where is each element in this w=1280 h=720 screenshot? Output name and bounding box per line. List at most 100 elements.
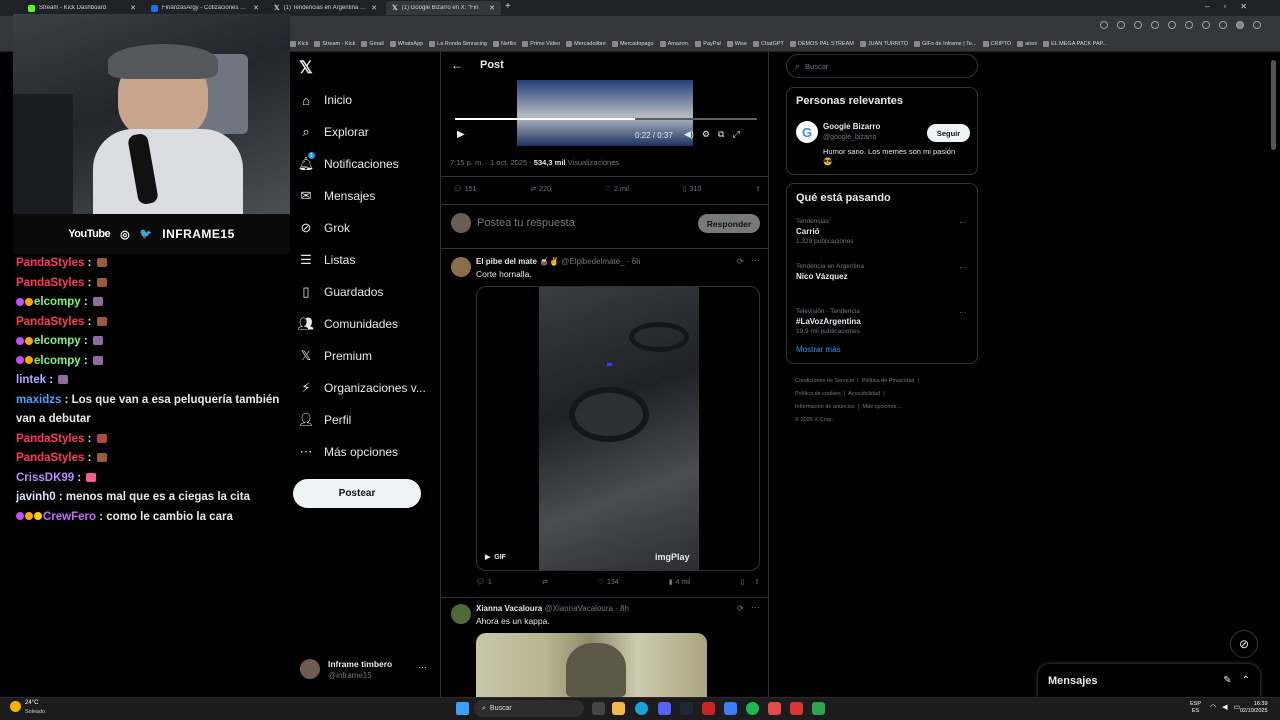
nav-item-notifications[interactable]: 🔔︎ 1 Notificaciones [298, 152, 399, 176]
chat-username[interactable]: elcompy [34, 335, 81, 347]
browser-tab-active[interactable]: 𝕏 (1) Google Bizarro en X: "Fin ✕ [386, 1, 501, 15]
clock[interactable]: 16:39 02/10/2025 [1240, 701, 1268, 715]
bookmark-item[interactable]: aires [1017, 40, 1037, 47]
more-options-icon[interactable]: ··· [751, 602, 760, 612]
repost-action[interactable]: ⇄ 220 [530, 185, 551, 194]
nav-item-lists[interactable]: ☰ Listas [299, 248, 355, 272]
favorites-icon[interactable] [1219, 21, 1227, 29]
settings-gear-icon[interactable]: ⚙ [702, 129, 710, 140]
grok-icon[interactable]: ⟳ [737, 604, 744, 613]
video-progress-track[interactable] [455, 118, 757, 120]
page-scrollbar[interactable] [1271, 60, 1276, 150]
bookmark-item[interactable]: CRIPTO [982, 40, 1011, 47]
discord-icon[interactable] [658, 702, 671, 715]
language-indicator[interactable]: ESP ES [1190, 701, 1201, 715]
footer-link[interactable]: Política de Privacidad [862, 378, 915, 384]
views-action[interactable]: ▮ 4 mil [669, 578, 691, 587]
new-message-icon[interactable]: ✎ [1223, 675, 1231, 686]
nav-item-premium[interactable]: 𝕏 Premium [299, 344, 372, 368]
taskbar-search[interactable]: ⌕ Buscar [474, 700, 584, 717]
refresh-icon[interactable] [1168, 21, 1176, 29]
close-window-icon[interactable]: ✕ [1240, 2, 1247, 11]
extensions-icon[interactable] [1185, 21, 1193, 29]
like-action[interactable]: ♡ 134 [598, 578, 619, 587]
share-icon[interactable]: ⇪ [755, 185, 761, 193]
messages-drawer[interactable]: Mensajes ✎ ⌃ [1038, 664, 1260, 697]
settings-icon[interactable] [1253, 21, 1261, 29]
bookmark-star-icon[interactable] [1151, 21, 1159, 29]
chat-username[interactable]: lintek [16, 374, 46, 386]
bookmark-item[interactable]: ChatGPT [752, 40, 784, 47]
nav-item-messages[interactable]: ✉ Mensajes [299, 184, 376, 208]
more-options-icon[interactable]: ··· [959, 308, 967, 317]
app-icon[interactable] [812, 702, 825, 715]
chat-username[interactable]: PandaStyles [16, 257, 84, 269]
grok-floating-icon[interactable]: ⊘ [1230, 630, 1258, 658]
nav-item-more[interactable]: ⋯ Más opciones [299, 440, 399, 464]
pip-icon[interactable]: ⧉ [718, 129, 724, 140]
close-tab-icon[interactable]: ✕ [130, 4, 136, 12]
reply-input[interactable]: Postea tu respuesta [477, 217, 575, 229]
bookmark-item[interactable]: PayPal [695, 40, 721, 47]
nav-item-bookmarks[interactable]: ▯ Guardados [299, 280, 383, 304]
bookmark-item[interactable]: WhatsApp [389, 40, 423, 47]
chat-username[interactable]: PandaStyles [16, 277, 84, 289]
bookmark-item[interactable]: GIFs de Inframe | Te... [913, 40, 977, 47]
app-icon[interactable] [724, 702, 737, 715]
app-icon[interactable] [790, 702, 803, 715]
gif-media[interactable]: ▶ GIF imgPlay [476, 286, 760, 571]
footer-link[interactable]: Más opciones ... [862, 404, 902, 410]
bookmark-item[interactable]: Mercadopago [611, 40, 654, 47]
bookmark-item[interactable]: Wise [726, 40, 747, 47]
more-options-icon[interactable]: ··· [751, 255, 760, 265]
footer-link[interactable]: Accesibilidad [848, 391, 880, 397]
nav-item-home[interactable]: ⌂ Inicio [299, 88, 352, 112]
close-tab-icon[interactable]: ✕ [253, 4, 259, 12]
obs-icon[interactable] [768, 702, 781, 715]
chat-username[interactable]: PandaStyles [16, 316, 84, 328]
chat-username[interactable]: elcompy [34, 355, 81, 367]
person-name[interactable]: Google Bizarro [823, 122, 880, 131]
bookmark-item[interactable]: Netflix [493, 40, 516, 47]
weather-sun-icon[interactable] [10, 701, 21, 712]
kappa-illustration[interactable] [476, 633, 707, 697]
reply-action[interactable]: 💬︎ 151 [453, 185, 477, 194]
repost-action[interactable]: ⇄ [542, 578, 548, 586]
google-logo-avatar[interactable]: G [796, 121, 818, 143]
volume-icon[interactable]: ◀) [684, 129, 694, 140]
like-action[interactable]: ♡ 2 mil [605, 185, 629, 194]
volume-icon[interactable]: ◀ [1222, 703, 1227, 711]
post-button[interactable]: Postear [293, 479, 421, 508]
spotify-icon[interactable] [746, 702, 759, 715]
nav-item-explore[interactable]: ⌕ Explorar [299, 120, 368, 144]
chat-username[interactable]: javinh0 [16, 491, 56, 503]
chat-username[interactable]: elcompy [34, 296, 81, 308]
chat-username[interactable]: CrewFero [43, 511, 96, 523]
downloads-icon[interactable] [1202, 21, 1210, 29]
close-tab-icon[interactable]: ✕ [489, 4, 495, 12]
minimize-icon[interactable]: – [1205, 2, 1209, 11]
reply-avatar[interactable] [451, 257, 471, 277]
chat-username[interactable]: PandaStyles [16, 433, 84, 445]
bookmark-item[interactable]: Stream - Kick [314, 40, 355, 47]
footer-link[interactable]: Condiciones de Servicio [795, 378, 854, 384]
wifi-icon[interactable]: ◠ [1210, 703, 1216, 711]
task-view-icon[interactable] [592, 702, 605, 715]
bookmark-item[interactable]: JUAN TURRITO [859, 40, 908, 47]
show-more-link[interactable]: Mostrar más [796, 345, 840, 354]
expand-up-icon[interactable]: ⌃ [1242, 675, 1250, 686]
account-more-icon[interactable]: ··· [418, 662, 427, 672]
chat-username[interactable]: PandaStyles [16, 452, 84, 464]
zoom-icon[interactable] [1117, 21, 1125, 29]
nav-item-communities[interactable]: 👥︎ Comunidades [298, 312, 398, 336]
profile-avatar-icon[interactable] [1236, 21, 1244, 29]
bookmark-item[interactable]: Prime Video [522, 40, 560, 47]
search-input[interactable]: Buscar [805, 62, 828, 71]
follow-button[interactable]: Seguir [927, 124, 970, 142]
browser-tab[interactable]: FinanzasArgy - Cotizaciones en ti ✕ [145, 1, 265, 15]
footer-link[interactable]: Información de anuncios [795, 404, 855, 410]
nav-item-grok[interactable]: ⊘ Grok [299, 216, 350, 240]
bookmark-item[interactable]: EL MEGA PACK PAP... [1043, 40, 1107, 47]
maximize-icon[interactable]: ▫ [1223, 2, 1226, 11]
bookmark-item[interactable]: Mercadolibre [566, 40, 606, 47]
